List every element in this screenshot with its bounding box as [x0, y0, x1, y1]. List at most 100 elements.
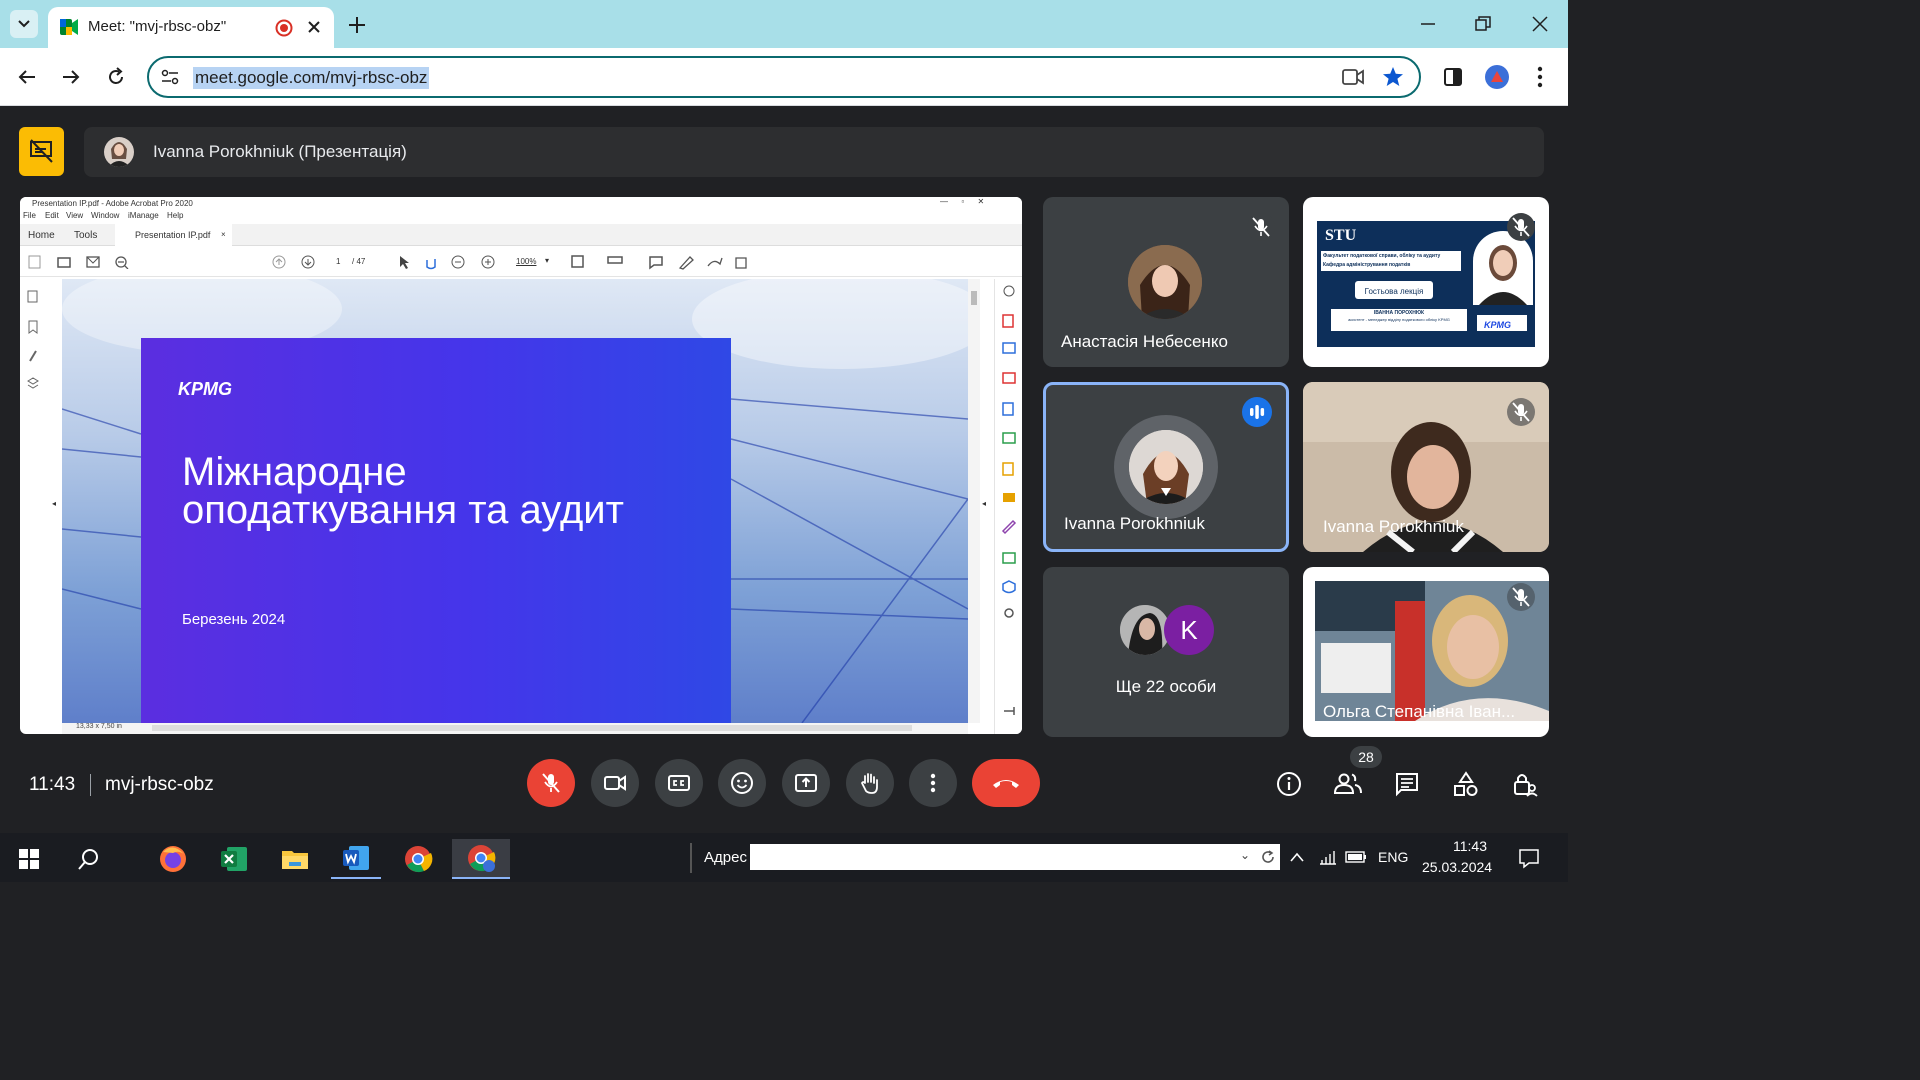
tray-date[interactable]: 25.03.2024	[1422, 859, 1492, 875]
select-hand-zoom-icons[interactable]	[398, 254, 468, 270]
info-icon	[1277, 772, 1301, 796]
back-icon[interactable]	[18, 68, 36, 86]
more-participants-tile[interactable]: K Ще 22 особи	[1043, 567, 1289, 737]
leave-call-button[interactable]	[972, 759, 1040, 807]
side-panel-icon[interactable]	[1444, 68, 1462, 86]
camera-toggle-button[interactable]	[591, 759, 639, 807]
left-collapse-icon[interactable]: ◂	[52, 499, 56, 508]
annotation-tools-icons[interactable]	[570, 254, 750, 270]
meeting-details-button[interactable]	[1274, 769, 1304, 799]
more-options-button[interactable]	[909, 759, 957, 807]
tab-search-button[interactable]	[10, 10, 38, 38]
participant-tile[interactable]: Ivanna Porokhniuk	[1303, 382, 1549, 552]
mic-off-icon	[1507, 583, 1535, 611]
profile-avatar[interactable]	[1485, 65, 1509, 89]
participant-tile[interactable]: Анастасія Небесенко	[1043, 197, 1289, 367]
person-photo-icon	[1479, 245, 1527, 305]
restore-icon[interactable]	[1475, 16, 1491, 32]
page-size-label: 13,33 x 7,50 in	[76, 723, 122, 730]
acrobat-tab-document[interactable]: Presentation IP.pdf ×	[115, 224, 232, 246]
address-bar[interactable]: meet.google.com/mvj-rbsc-obz	[147, 56, 1421, 98]
pdf-horizontal-scrollbar[interactable]	[152, 725, 912, 731]
close-window-icon[interactable]	[1532, 16, 1548, 32]
input-language[interactable]: ENG	[1378, 849, 1408, 865]
url-text[interactable]: meet.google.com/mvj-rbsc-obz	[193, 67, 430, 89]
close-tab-icon[interactable]	[306, 19, 322, 35]
avatar	[1128, 245, 1202, 319]
raise-hand-button[interactable]	[846, 759, 894, 807]
new-tab-icon[interactable]	[348, 16, 366, 34]
zoom-in-icon[interactable]	[480, 254, 496, 270]
participant-tile-active-speaker[interactable]: Ivanna Porokhniuk	[1043, 382, 1289, 552]
kpmg-logo-small: KPMG	[1484, 320, 1511, 330]
file-tools-icons[interactable]	[28, 255, 148, 269]
right-collapse-icon[interactable]: ◂	[982, 499, 986, 508]
participant-tile[interactable]: Ольга Степанівна Іван...	[1303, 567, 1549, 737]
menu-file[interactable]: File	[23, 211, 36, 220]
stop-presenting-button[interactable]	[19, 127, 64, 176]
avatar	[1120, 605, 1170, 655]
tools-pane-icons[interactable]	[995, 279, 1022, 734]
minimize-icon[interactable]	[1420, 16, 1436, 32]
address-dropdown-icon[interactable]: ⌄	[1240, 848, 1250, 862]
address-toolbar-input[interactable]: ⌄	[750, 844, 1280, 870]
faculty-label-box: Факультет податкової справи, обліку та а…	[1321, 251, 1461, 271]
forward-icon[interactable]	[62, 68, 80, 86]
navigation-pane-icons[interactable]	[26, 289, 40, 399]
pdf-vertical-scrollbar[interactable]	[968, 279, 980, 723]
acrobat-window-controls: — ▫ ✕	[940, 197, 985, 206]
mic-toggle-button[interactable]	[527, 759, 575, 807]
chat-button[interactable]	[1392, 769, 1422, 799]
taskbar-file-explorer[interactable]	[270, 839, 320, 879]
camera-in-use-icon[interactable]	[1342, 68, 1364, 86]
menu-help[interactable]: Help	[167, 211, 183, 220]
reactions-button[interactable]	[718, 759, 766, 807]
network-icon[interactable]	[1318, 848, 1338, 866]
taskbar-word[interactable]	[331, 839, 381, 879]
hand-icon	[860, 773, 878, 794]
acrobat-document-tab-label: Presentation IP.pdf	[135, 230, 211, 240]
people-button[interactable]	[1332, 769, 1364, 799]
battery-icon[interactable]	[1345, 850, 1367, 864]
tab-meet[interactable]: Meet: "mvj-rbsc-obz"	[48, 7, 334, 48]
taskbar-chrome-active[interactable]	[452, 839, 510, 879]
acrobat-tab-home[interactable]: Home	[28, 230, 55, 241]
host-controls-button[interactable]	[1510, 769, 1540, 799]
scroll-thumb[interactable]	[971, 291, 977, 305]
reload-icon[interactable]	[106, 67, 126, 87]
page-number-input[interactable]: 1	[336, 257, 340, 266]
page-up-icon[interactable]	[272, 255, 286, 269]
zoom-dropdown-icon[interactable]: ▾	[545, 256, 549, 265]
participant-tile[interactable]: STU Факультет податкової справи, обліку …	[1303, 197, 1549, 367]
address-refresh-icon[interactable]	[1260, 849, 1276, 865]
bookmark-star-icon[interactable]	[1382, 66, 1404, 88]
emoji-icon	[731, 772, 753, 794]
taskbar-chrome[interactable]	[393, 839, 443, 879]
meeting-clock: 11:43	[29, 774, 76, 795]
folder-icon	[282, 851, 308, 869]
taskbar-firefox[interactable]	[148, 839, 198, 879]
tray-clock[interactable]: 11:43	[1440, 838, 1500, 854]
site-info-icon[interactable]	[161, 69, 179, 85]
zoom-level[interactable]: 100%	[516, 257, 536, 266]
captions-button[interactable]	[655, 759, 703, 807]
menu-imanage[interactable]: iManage	[128, 211, 159, 220]
page-down-icon[interactable]	[301, 255, 315, 269]
notifications-icon[interactable]	[1518, 847, 1540, 869]
activities-button[interactable]	[1451, 769, 1481, 799]
show-hidden-icons-icon[interactable]	[1289, 850, 1305, 864]
start-button[interactable]	[4, 839, 54, 879]
toolbar-grip	[690, 843, 692, 873]
present-screen-button[interactable]	[782, 759, 830, 807]
menu-window[interactable]: Window	[91, 211, 119, 220]
taskbar-excel[interactable]	[209, 839, 259, 879]
search-button[interactable]	[64, 839, 114, 879]
presenter-avatar	[104, 137, 134, 167]
menu-view[interactable]: View	[66, 211, 83, 220]
close-document-icon[interactable]: ×	[221, 230, 226, 239]
speaker-role: асистент - менеджер відділу податкового …	[1348, 317, 1450, 322]
acrobat-tab-tools[interactable]: Tools	[74, 230, 97, 241]
menu-edit[interactable]: Edit	[45, 211, 59, 220]
chrome-menu-icon[interactable]	[1537, 66, 1543, 88]
tools-pane	[994, 279, 1022, 734]
